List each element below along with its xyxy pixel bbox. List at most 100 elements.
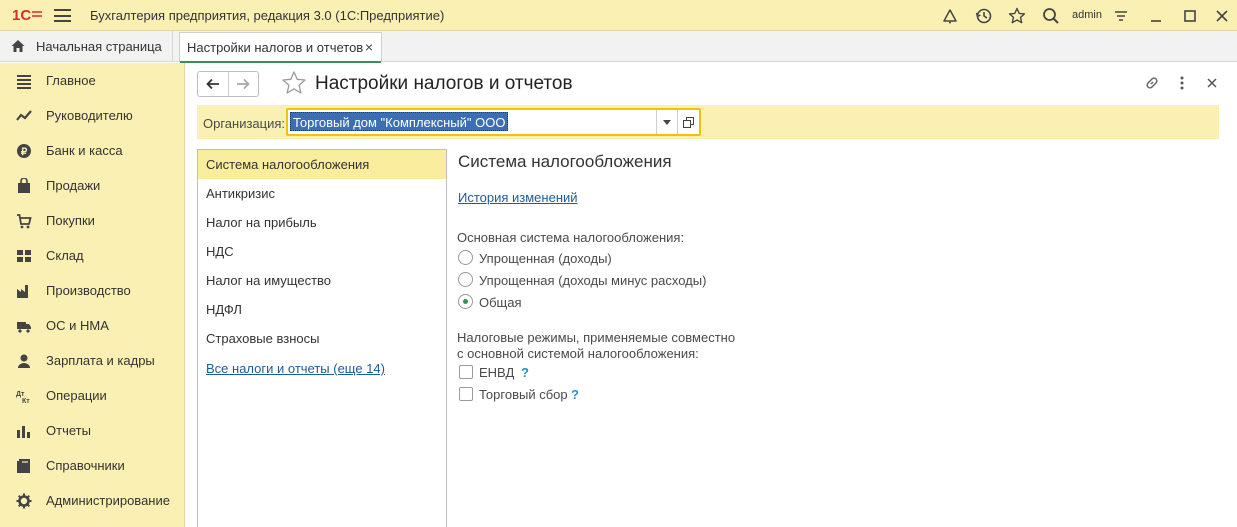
section-list: Система налогообложения Антикризис Налог… bbox=[197, 149, 447, 527]
dt-kt-icon: ДтКт bbox=[16, 391, 30, 404]
radio-simplified-income[interactable] bbox=[458, 250, 473, 265]
home-icon bbox=[11, 40, 25, 52]
history-icon[interactable] bbox=[974, 6, 994, 26]
sidebar-item-operations[interactable]: Дт Кт Операции bbox=[0, 378, 185, 413]
sidebar-item-label: Банк и касса bbox=[46, 143, 123, 158]
tab-home-label: Начальная страница bbox=[36, 38, 162, 54]
all-taxes-link[interactable]: Все налоги и отчеты (еще 14) bbox=[206, 361, 385, 376]
tax-system-panel: Система налогообложения История изменени… bbox=[456, 149, 1216, 519]
sidebar-item-label: Склад bbox=[46, 248, 84, 263]
forward-button[interactable] bbox=[227, 72, 259, 96]
regimes-label-line1: Налоговые режимы, применяемые совместно bbox=[457, 330, 736, 345]
bell-icon[interactable] bbox=[940, 6, 960, 26]
radio-label: Упрощенная (доходы минус расходы) bbox=[479, 273, 707, 288]
cart-icon bbox=[18, 177, 30, 193]
sidebar-item-production[interactable]: Производство bbox=[0, 273, 185, 308]
sidebar: Главное Руководителю ₽ Банк и касса Прод… bbox=[0, 63, 185, 527]
section-item-tax-system[interactable]: Система налогообложения bbox=[198, 150, 446, 179]
svg-text:₽: ₽ bbox=[21, 147, 28, 158]
warehouse-icon bbox=[17, 249, 31, 262]
tab-close-icon[interactable]: × bbox=[365, 40, 373, 54]
section-item-insurance[interactable]: Страховые взносы bbox=[198, 324, 446, 353]
tab-bar: Начальная страница Настройки налогов и о… bbox=[0, 31, 1237, 63]
sidebar-item-label: Руководителю bbox=[46, 108, 133, 123]
factory-icon bbox=[17, 284, 28, 298]
page-title: Настройки налогов и отчетов bbox=[315, 73, 573, 94]
tab-tax-settings[interactable]: Настройки налогов и отчетов × bbox=[179, 32, 382, 63]
main-system-label: Основная система налогообложения: bbox=[457, 230, 685, 245]
sidebar-item-references[interactable]: Справочники bbox=[0, 448, 185, 483]
section-title: Система налогообложения bbox=[458, 152, 672, 171]
sidebar-item-label: ОС и НМА bbox=[46, 318, 109, 333]
checkbox-trade-fee[interactable] bbox=[459, 387, 473, 401]
section-item-property-tax[interactable]: Налог на имущество bbox=[198, 266, 446, 295]
sidebar-item-director[interactable]: Руководителю bbox=[0, 98, 185, 133]
organization-field[interactable]: Торговый дом "Комплексный" ООО bbox=[286, 108, 701, 136]
radio-general[interactable] bbox=[458, 294, 473, 309]
trade-fee-help-icon[interactable]: ? bbox=[571, 387, 579, 402]
organization-dropdown-button[interactable] bbox=[656, 110, 677, 134]
sidebar-item-reports[interactable]: Отчеты bbox=[0, 413, 185, 448]
sidebar-item-admin[interactable]: Администрирование bbox=[0, 483, 185, 518]
settings-icon[interactable] bbox=[1111, 6, 1131, 26]
sidebar-item-label: Продажи bbox=[46, 178, 101, 193]
nav-buttons bbox=[197, 71, 259, 97]
regimes-label-line2: с основной системой налогообложения: bbox=[457, 346, 699, 361]
section-item-profit-tax[interactable]: Налог на прибыль bbox=[198, 208, 446, 237]
sidebar-item-purchases[interactable]: Покупки bbox=[0, 203, 185, 238]
sidebar-item-label: Администрирование bbox=[46, 493, 170, 508]
user-name[interactable]: admin bbox=[1072, 9, 1102, 21]
radio-label: Общая bbox=[479, 295, 522, 310]
minimize-icon[interactable] bbox=[1146, 6, 1166, 26]
sidebar-item-label: Операции bbox=[46, 388, 107, 403]
sidebar-item-sales[interactable]: Продажи bbox=[0, 168, 185, 203]
sidebar-item-assets[interactable]: ОС и НМА bbox=[0, 308, 185, 343]
main-content: Настройки налогов и отчетов Организация:… bbox=[186, 63, 1237, 527]
svg-text:Кт: Кт bbox=[22, 398, 30, 404]
sidebar-item-bank[interactable]: ₽ Банк и касса bbox=[0, 133, 185, 168]
title-bar: 1С Бухгалтерия предприятия, редакция 3.0… bbox=[0, 0, 1237, 31]
section-item-vat[interactable]: НДС bbox=[198, 237, 446, 266]
section-item-anticrisis[interactable]: Антикризис bbox=[198, 179, 446, 208]
svg-text:1С: 1С bbox=[12, 7, 31, 24]
checkbox-envd[interactable] bbox=[459, 365, 473, 379]
1c-logo-icon[interactable]: 1С bbox=[12, 6, 44, 24]
chart-line-icon bbox=[16, 109, 32, 121]
checkbox-label: Торговый сбор bbox=[479, 387, 568, 402]
search-icon[interactable] bbox=[1041, 6, 1061, 26]
more-icon[interactable] bbox=[1173, 74, 1191, 92]
sidebar-item-salary[interactable]: Зарплата и кадры bbox=[0, 343, 185, 378]
sidebar-item-label: Зарплата и кадры bbox=[46, 353, 155, 368]
chevron-down-icon bbox=[663, 119, 671, 125]
maximize-icon[interactable] bbox=[1180, 6, 1200, 26]
favorite-star-icon[interactable] bbox=[281, 70, 307, 96]
svg-text:Дт: Дт bbox=[16, 391, 25, 398]
gear-icon bbox=[16, 493, 32, 508]
envd-help-icon[interactable]: ? bbox=[521, 365, 529, 380]
sidebar-item-warehouse[interactable]: Склад bbox=[0, 238, 185, 273]
section-item-ndfl[interactable]: НДФЛ bbox=[198, 295, 446, 324]
checkbox-label: ЕНВД bbox=[479, 365, 515, 380]
menu-lines-icon bbox=[17, 74, 31, 89]
app-title: Бухгалтерия предприятия, редакция 3.0 (1… bbox=[90, 8, 445, 23]
organization-input[interactable]: Торговый дом "Комплексный" ООО bbox=[290, 112, 509, 131]
coin-icon: ₽ bbox=[17, 143, 31, 158]
close-icon[interactable] bbox=[1212, 6, 1232, 26]
book-icon bbox=[17, 458, 30, 473]
sidebar-item-main[interactable]: Главное bbox=[0, 63, 185, 98]
tab-home[interactable]: Начальная страница bbox=[0, 31, 173, 61]
back-button[interactable] bbox=[198, 72, 228, 96]
link-icon[interactable] bbox=[1143, 74, 1161, 92]
organization-label: Организация: bbox=[203, 116, 286, 131]
tab-tax-settings-label: Настройки налогов и отчетов bbox=[187, 40, 364, 55]
form-close-icon[interactable] bbox=[1203, 74, 1221, 92]
sidebar-item-label: Главное bbox=[46, 73, 96, 88]
star-icon[interactable] bbox=[1007, 6, 1027, 26]
organization-open-button[interactable] bbox=[677, 110, 699, 134]
history-link[interactable]: История изменений bbox=[458, 190, 578, 205]
radio-simplified-income-minus-expenses[interactable] bbox=[458, 272, 473, 287]
sidebar-item-label: Отчеты bbox=[46, 423, 91, 438]
arrow-right-icon bbox=[237, 78, 251, 90]
menu-icon[interactable] bbox=[54, 8, 71, 23]
truck-icon bbox=[17, 321, 31, 333]
